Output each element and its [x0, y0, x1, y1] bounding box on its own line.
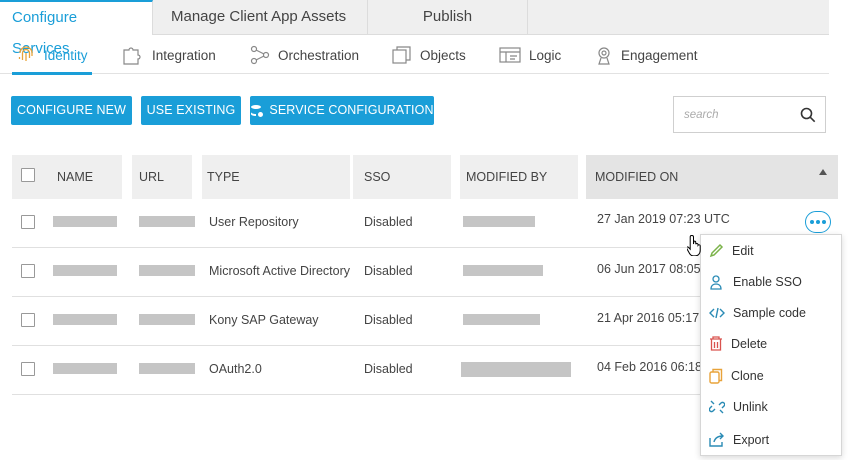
menu-item-sample-code-label: Sample code	[733, 305, 806, 320]
hand-cursor-icon	[687, 235, 701, 256]
row-sso: Disabled	[364, 264, 413, 278]
puzzle-icon	[123, 47, 141, 65]
row-type: Microsoft Active Directory	[209, 264, 351, 278]
header-url: URL	[132, 155, 192, 199]
menu-item-clone-label: Clone	[731, 368, 764, 383]
row-modified-on: 06 Jun 2017 08:05	[597, 262, 701, 276]
redacted-name	[53, 314, 117, 325]
row-type: User Repository	[209, 215, 299, 229]
orchestration-icon	[250, 45, 270, 65]
objects-icon	[392, 46, 411, 64]
menu-item-clone[interactable]: Clone	[701, 360, 843, 391]
user-key-icon	[710, 274, 722, 290]
row-checkbox[interactable]	[21, 215, 35, 229]
redacted-name	[53, 265, 117, 276]
row-checkbox[interactable]	[21, 313, 35, 327]
subtab-orchestration-label: Orchestration	[278, 47, 360, 63]
redacted-modified-by	[463, 314, 540, 325]
fingerprint-icon	[18, 46, 33, 61]
subtab-orchestration[interactable]: Orchestration	[250, 36, 359, 74]
unlink-icon	[709, 400, 725, 413]
menu-item-enable-sso[interactable]: Enable SSO	[701, 266, 843, 297]
header-type: TYPE	[202, 155, 350, 199]
row-checkbox[interactable]	[21, 264, 35, 278]
clone-icon	[709, 368, 723, 384]
subtab-integration[interactable]: Integration	[122, 36, 216, 74]
service-configuration-label: SERVICE CONFIGURATION	[269, 103, 434, 117]
subtab-engagement-label: Engagement	[621, 47, 698, 63]
menu-item-export-label: Export	[733, 432, 770, 447]
redacted-url	[139, 216, 195, 227]
row-sso: Disabled	[364, 362, 413, 376]
subtab-engagement[interactable]: Engagement	[595, 36, 698, 74]
redacted-modified-by	[463, 216, 535, 227]
search-input[interactable]	[684, 106, 794, 124]
row-type: OAuth2.0	[209, 362, 262, 376]
subtab-integration-label: Integration	[152, 47, 216, 63]
subtab-objects-label: Objects	[420, 47, 466, 63]
redacted-url	[139, 314, 195, 325]
tab-publish[interactable]: Publish	[368, 0, 528, 35]
redacted-url	[139, 265, 195, 276]
tab-configure-services[interactable]: Configure Services	[0, 0, 153, 57]
subtab-identity[interactable]: Identity	[16, 36, 88, 74]
export-icon	[709, 432, 724, 447]
redacted-modified-by	[463, 265, 543, 276]
code-icon	[709, 307, 725, 318]
menu-item-edit[interactable]: Edit	[701, 235, 843, 266]
row-type: Kony SAP Gateway	[209, 313, 319, 327]
header-sso: SSO	[353, 155, 451, 199]
row-actions-menu: Edit Enable SSO Sample code Delete Clone…	[700, 234, 842, 456]
redacted-url	[139, 363, 195, 374]
database-gear-icon	[251, 104, 264, 117]
subtab-logic[interactable]: Logic	[499, 36, 561, 74]
menu-item-enable-sso-label: Enable SSO	[733, 274, 802, 289]
row-more-actions-button[interactable]	[805, 211, 831, 233]
menu-item-delete[interactable]: Delete	[701, 328, 843, 359]
pencil-icon	[709, 243, 724, 258]
row-modified-on: 04 Feb 2016 06:18	[597, 360, 702, 374]
row-modified-on: 27 Jan 2019 07:23 UTC	[597, 212, 730, 226]
service-type-tabs: Identity Integration Orchestration Objec…	[0, 36, 829, 75]
header-modified-by: MODIFIED BY	[460, 155, 578, 199]
menu-item-unlink-label: Unlink	[733, 399, 768, 414]
row-sso: Disabled	[364, 215, 413, 229]
subtab-objects[interactable]: Objects	[392, 36, 466, 74]
menu-item-export[interactable]: Export	[701, 424, 843, 455]
redacted-name	[53, 216, 117, 227]
menu-item-delete-label: Delete	[731, 336, 768, 351]
redacted-name	[53, 363, 117, 374]
select-all-checkbox[interactable]	[21, 168, 35, 182]
logic-icon	[499, 47, 521, 63]
engagement-icon	[598, 47, 610, 65]
header-name: NAME	[57, 170, 94, 184]
use-existing-button[interactable]: USE EXISTING	[141, 96, 241, 125]
sort-ascending-icon[interactable]	[819, 169, 827, 175]
subtab-identity-label: Identity	[44, 47, 88, 63]
top-tab-bar: Configure Services Manage Client App Ass…	[0, 0, 829, 57]
menu-item-edit-label: Edit	[732, 243, 754, 258]
header-name-cell: NAME	[12, 155, 122, 199]
more-dots-icon	[810, 220, 814, 224]
search-icon[interactable]	[800, 107, 816, 123]
row-checkbox[interactable]	[21, 362, 35, 376]
trash-icon	[710, 336, 722, 351]
tab-manage-client-app-assets[interactable]: Manage Client App Assets	[153, 0, 368, 35]
search-box	[673, 96, 826, 133]
row-modified-on: 21 Apr 2016 05:17	[597, 311, 700, 325]
active-tab-indicator	[12, 72, 92, 75]
redacted-modified-by	[461, 362, 571, 377]
service-configuration-button[interactable]: SERVICE CONFIGURATION	[250, 96, 434, 125]
row-sso: Disabled	[364, 313, 413, 327]
configure-new-button[interactable]: CONFIGURE NEW	[11, 96, 132, 125]
header-modified-on[interactable]: MODIFIED ON	[586, 155, 838, 199]
menu-item-sample-code[interactable]: Sample code	[701, 297, 843, 328]
subtab-logic-label: Logic	[529, 47, 562, 63]
menu-item-unlink[interactable]: Unlink	[701, 391, 843, 422]
